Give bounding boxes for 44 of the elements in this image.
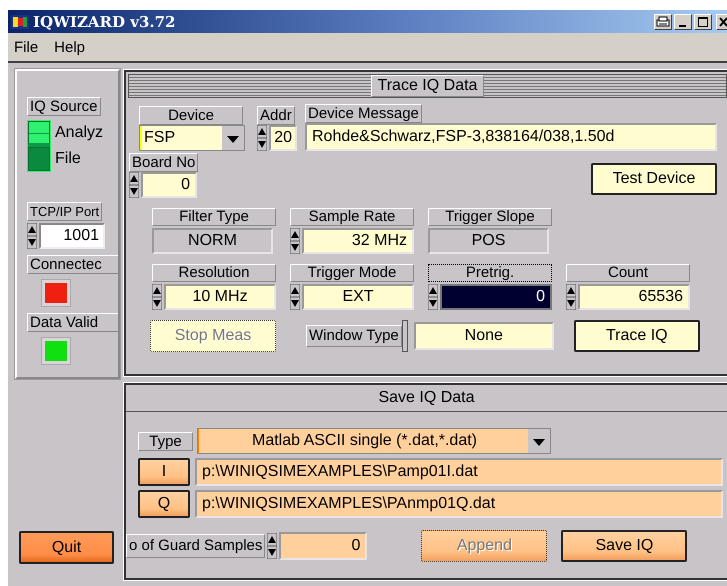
file-path-field[interactable]: p:\WINIQSIMEXAMPLES\Pamp01I.dat (195, 458, 723, 486)
board-number-field[interactable]: 0 (141, 172, 197, 198)
field-label: Type (138, 432, 193, 450)
address-field[interactable]: 20 (269, 125, 297, 151)
value-field[interactable]: 65536 (578, 284, 690, 310)
field-label: Resolution (152, 264, 276, 282)
menu-item[interactable]: Help (54, 38, 86, 56)
field-label: Connectec (27, 255, 118, 274)
option-label: File (55, 149, 82, 169)
field-label: Filter Type (152, 208, 276, 226)
window-type-field[interactable]: None (414, 322, 554, 350)
panel-title: Trace IQ Data (370, 75, 484, 97)
quit-button[interactable]: Quit (19, 531, 114, 564)
guard-samples-field[interactable]: 0 (279, 532, 368, 560)
device-dropdown[interactable]: FSP (139, 125, 245, 151)
value-field[interactable]: 0 (440, 284, 552, 310)
file-button[interactable]: I (138, 458, 190, 486)
file-path-field[interactable]: p:\WINIQSIMEXAMPLES\PAnmp01Q.dat (195, 490, 723, 518)
option-label: Analyz (55, 123, 104, 143)
window-title: IQWIZARD v3.72 (33, 12, 176, 30)
field-label: Window Type (306, 325, 402, 347)
field-label: Trigger Mode (290, 264, 414, 282)
field-label: IQ Source (27, 97, 101, 116)
field-label: Sample Rate (290, 208, 414, 226)
test-device-button[interactable]: Test Device (591, 163, 717, 195)
value-field[interactable]: EXT (302, 284, 414, 310)
menu-item[interactable]: File (14, 38, 38, 56)
file-button[interactable]: Q (138, 490, 190, 518)
file-type-dropdown[interactable]: Matlab ASCII single (*.dat,*.dat) (197, 428, 551, 454)
value-field[interactable]: 32 MHz (302, 228, 414, 254)
trace-button[interactable]: Trace IQ (574, 320, 700, 352)
device-message-field: Rohde&Schwarz,FSP-3,838164/038,1.50d (305, 123, 717, 151)
value-display: NORM (152, 228, 273, 254)
save-button[interactable]: Save IQ (561, 530, 688, 562)
field-label: Pretrig. (428, 264, 552, 282)
field-label: Data Valid (27, 313, 118, 332)
field-label: Device Message (305, 104, 422, 123)
field-label: Device (139, 106, 243, 125)
field-label: TCP/IP Port (27, 202, 102, 221)
value-field[interactable]: 10 MHz (164, 284, 276, 310)
value-display: POS (428, 228, 549, 254)
port-field[interactable]: 1001 (39, 223, 105, 249)
field-label: Count (566, 264, 690, 282)
field-label: Trigger Slope (428, 208, 552, 226)
